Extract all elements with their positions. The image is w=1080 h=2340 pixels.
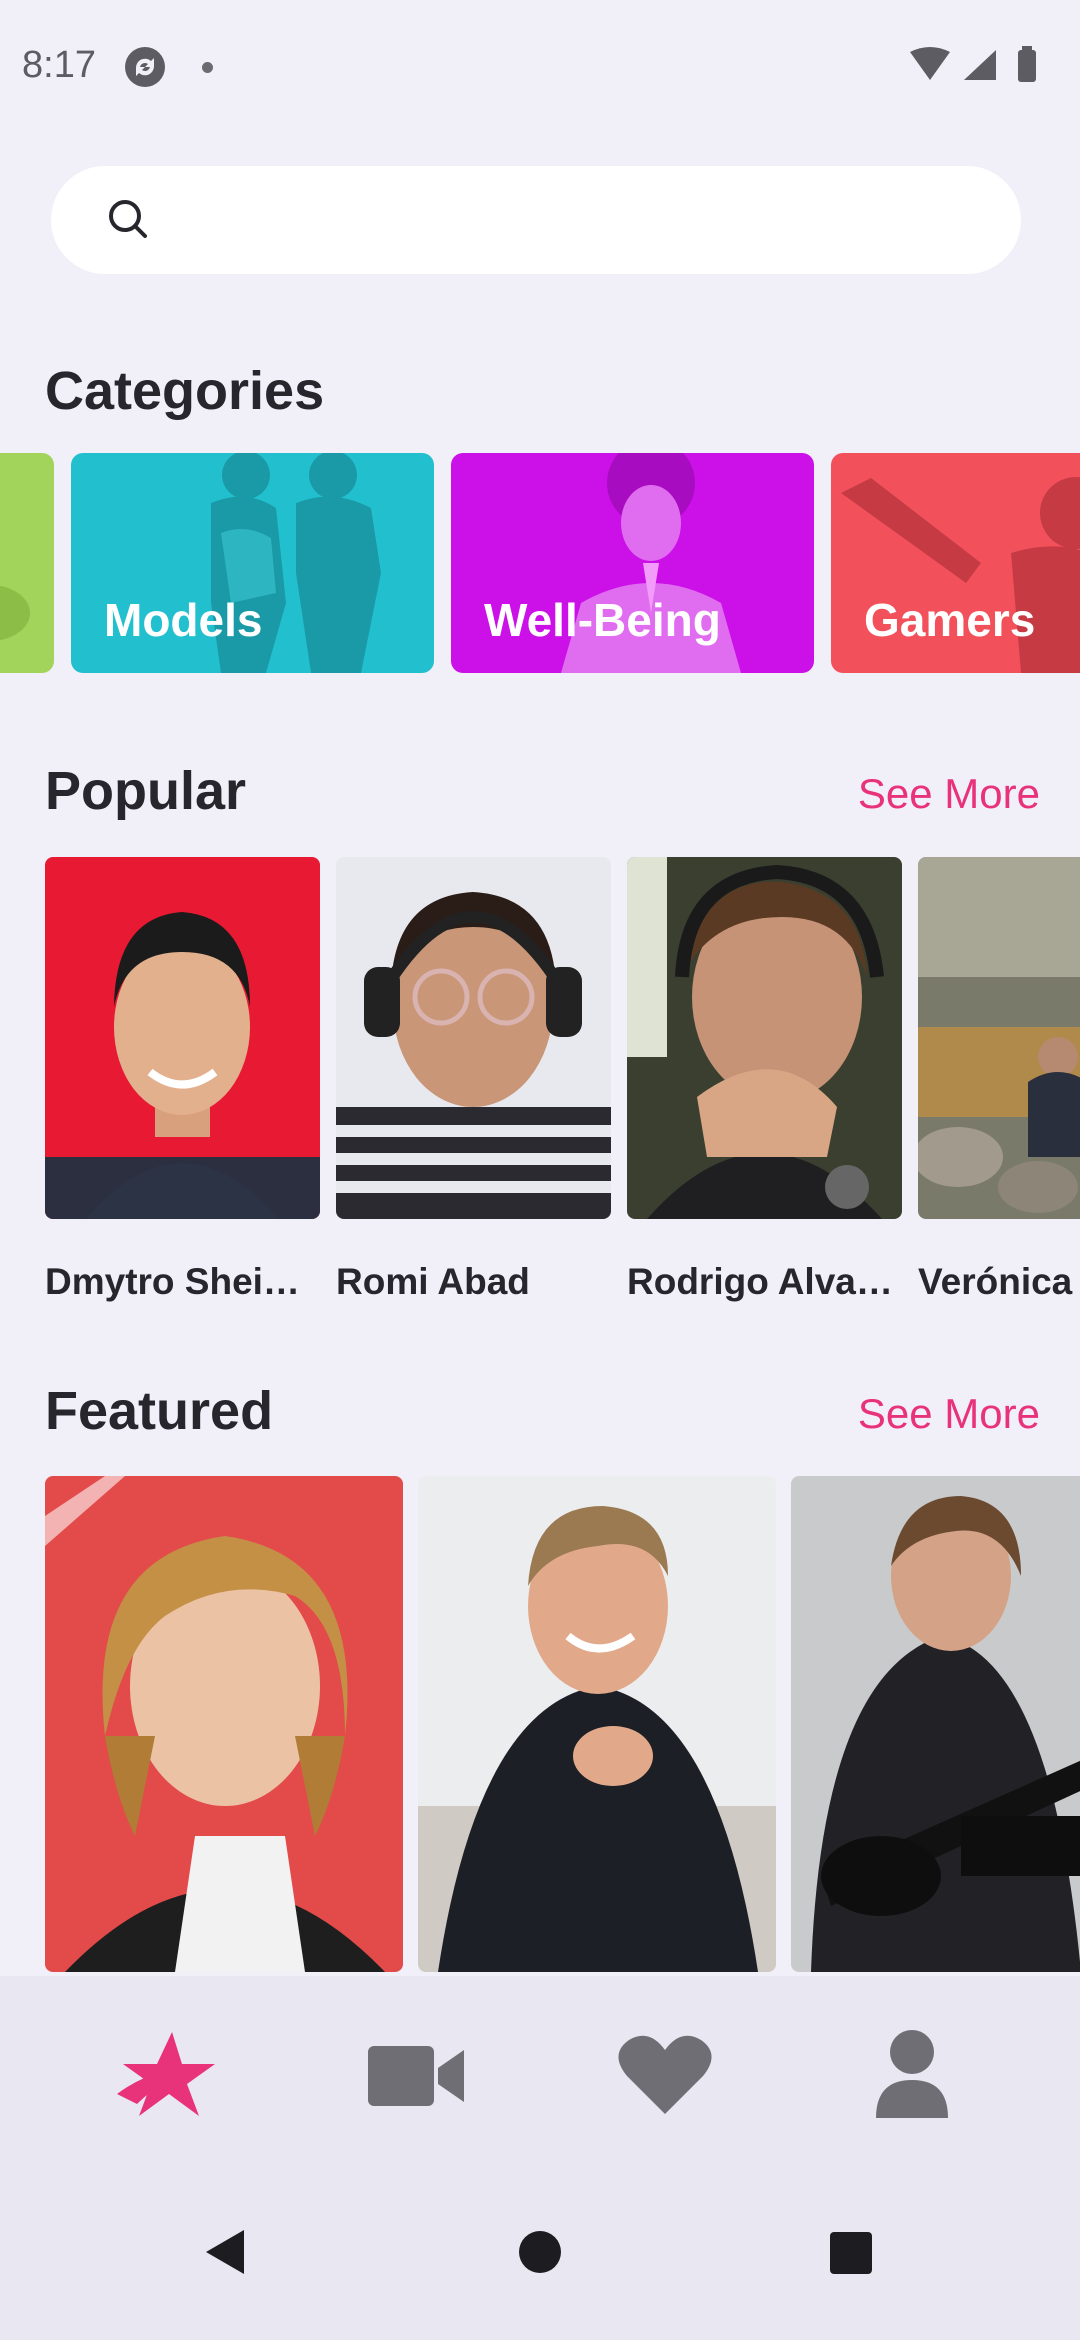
featured-card[interactable] xyxy=(45,1476,403,1972)
system-navigation-bar xyxy=(0,2176,1080,2340)
featured-card[interactable] xyxy=(791,1476,1080,1972)
signal-icon xyxy=(964,50,996,80)
popular-carousel[interactable]: Dmytro Shei… Romi Abad Rodrigo Alva… Ver… xyxy=(0,857,1080,1337)
featured-photo xyxy=(791,1476,1080,1972)
featured-photo xyxy=(45,1476,403,1972)
app-notification-icon xyxy=(125,47,165,87)
status-time: 8:17 xyxy=(22,44,96,86)
category-label: Gamers xyxy=(864,594,1036,646)
video-camera-icon[interactable] xyxy=(366,2024,466,2124)
featured-card[interactable] xyxy=(418,1476,776,1972)
category-image xyxy=(0,585,30,641)
categories-carousel[interactable]: Models Well-Being Gamers xyxy=(0,453,1080,673)
featured-title: Featured xyxy=(45,1381,274,1441)
popular-card[interactable]: Dmytro Shei… xyxy=(45,857,320,1303)
profile-photo xyxy=(45,857,320,1219)
featured-see-more-link[interactable]: See More xyxy=(858,1390,1040,1438)
search-bar[interactable] xyxy=(51,166,1021,274)
wifi-icon xyxy=(910,47,950,80)
search-icon xyxy=(109,200,147,238)
heart-icon[interactable] xyxy=(615,2024,715,2124)
bottom-navigation xyxy=(0,1976,1080,2176)
category-card-gamers[interactable]: Gamers xyxy=(831,453,1080,673)
categories-title: Categories xyxy=(45,361,325,421)
profile-name: Verónica xyxy=(918,1261,1073,1302)
category-label: Well-Being xyxy=(484,594,721,646)
category-card-well-being[interactable]: Well-Being xyxy=(451,453,814,673)
status-bar: 8:17 xyxy=(0,0,1080,130)
profile-photo xyxy=(627,857,902,1219)
profile-name: Rodrigo Alva… xyxy=(627,1261,893,1302)
profile-name: Romi Abad xyxy=(336,1261,530,1302)
featured-carousel[interactable] xyxy=(0,1476,1080,1976)
popular-card[interactable]: Verónica xyxy=(918,857,1080,1303)
category-card-partial[interactable] xyxy=(0,453,54,673)
popular-title: Popular xyxy=(45,761,247,821)
back-icon[interactable] xyxy=(196,2222,256,2282)
notification-dot-icon xyxy=(202,62,213,73)
profile-name: Dmytro Shei… xyxy=(45,1261,300,1302)
popular-card[interactable]: Romi Abad xyxy=(336,857,611,1303)
star-logo-icon[interactable] xyxy=(117,2024,217,2124)
home-icon[interactable] xyxy=(510,2222,570,2282)
popular-see-more-link[interactable]: See More xyxy=(858,770,1040,818)
recents-icon[interactable] xyxy=(820,2222,880,2282)
battery-icon xyxy=(1018,50,1036,82)
profile-photo xyxy=(918,857,1080,1219)
person-icon[interactable] xyxy=(862,2024,962,2124)
featured-photo xyxy=(418,1476,776,1972)
status-indicators xyxy=(910,46,1036,82)
search-input[interactable] xyxy=(181,166,981,274)
category-card-models[interactable]: Models xyxy=(71,453,434,673)
category-label: Models xyxy=(104,594,263,646)
popular-card[interactable]: Rodrigo Alva… xyxy=(627,857,902,1303)
profile-photo xyxy=(336,857,611,1219)
